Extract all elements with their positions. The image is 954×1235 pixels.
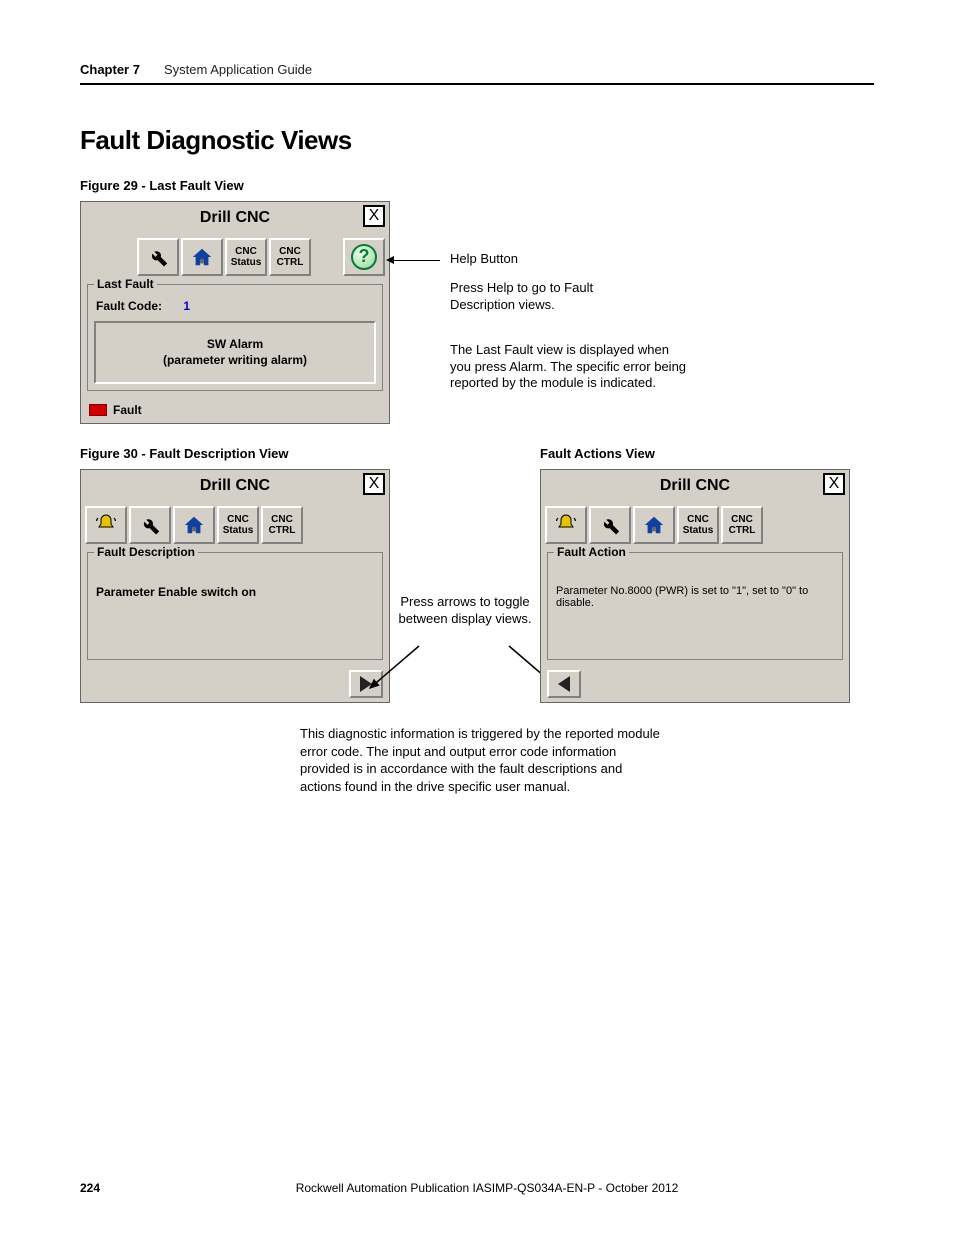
dialog-footer: Fault: [81, 397, 389, 423]
wrench-button[interactable]: [137, 238, 179, 276]
dialog-titlebar: Drill CNC X: [81, 470, 389, 502]
home-icon: [191, 246, 213, 268]
fault-actions-dialog: Drill CNC X: [540, 469, 850, 703]
close-button[interactable]: X: [363, 473, 385, 495]
cnc-ctrl-button[interactable]: CNC CTRL: [261, 506, 303, 544]
fault-footer-label: Fault: [113, 403, 142, 417]
figure-29-caption: Figure 29 - Last Fault View: [80, 178, 874, 193]
help-button-desc: Press Help to go to Fault Description vi…: [450, 280, 620, 314]
bell-icon: [554, 513, 578, 537]
fault-action-group: Fault Action Parameter No.8000 (PWR) is …: [547, 552, 843, 660]
alarm-line2: (parameter writing alarm): [100, 353, 370, 369]
cnc-status-label: CNC Status: [231, 246, 262, 268]
arrow-left-icon: [558, 676, 570, 692]
fault-description-legend: Fault Description: [94, 545, 198, 559]
section-heading: Fault Diagnostic Views: [80, 125, 874, 156]
home-button[interactable]: [633, 506, 675, 544]
bell-icon: [94, 513, 118, 537]
wrench-button[interactable]: [129, 506, 171, 544]
dialog-titlebar: Drill CNC X: [81, 202, 389, 234]
cnc-ctrl-button[interactable]: CNC CTRL: [721, 506, 763, 544]
last-fault-dialog: Drill CNC X CNC Status: [80, 201, 390, 424]
chapter-label: Chapter 7: [80, 62, 140, 77]
fault-description-dialog: Drill CNC X: [80, 469, 390, 703]
bottom-paragraph: This diagnostic information is triggered…: [300, 725, 660, 795]
help-button[interactable]: ?: [343, 238, 385, 276]
fault-code-label: Fault Code:: [96, 299, 162, 313]
help-arrow-head: [386, 256, 394, 264]
publication-line: Rockwell Automation Publication IASIMP-Q…: [100, 1181, 874, 1195]
alarm-line1: SW Alarm: [100, 337, 370, 353]
dialog-title: Drill CNC: [200, 209, 270, 227]
help-arrow-line: [392, 260, 440, 261]
fault-code-value: 1: [183, 299, 190, 313]
bell-button[interactable]: [545, 506, 587, 544]
page-number: 224: [80, 1181, 100, 1195]
header-rule: [80, 83, 874, 85]
home-icon: [183, 514, 205, 536]
last-fault-desc: The Last Fault view is displayed when yo…: [450, 342, 690, 393]
nav-bar: [81, 666, 389, 702]
toggle-arrows-annot: Press arrows to toggle between display v…: [390, 594, 540, 628]
home-button[interactable]: [173, 506, 215, 544]
fault-description-text: Parameter Enable switch on: [96, 585, 256, 599]
cnc-ctrl-label: CNC CTRL: [729, 514, 756, 536]
chapter-title: System Application Guide: [164, 62, 312, 77]
fault-description-group: Fault Description Parameter Enable switc…: [87, 552, 383, 660]
fault-action-legend: Fault Action: [554, 545, 629, 559]
dialog-toolbar: CNC Status CNC CTRL: [541, 502, 849, 548]
cnc-ctrl-button[interactable]: CNC CTRL: [269, 238, 311, 276]
dialog-toolbar: CNC Status CNC CTRL ?: [81, 234, 389, 280]
nav-bar: [541, 666, 849, 702]
wrench-button[interactable]: [589, 506, 631, 544]
arrow-to-left-nav: [364, 644, 424, 694]
cnc-status-label: CNC Status: [223, 514, 254, 536]
prev-view-button[interactable]: [547, 670, 581, 698]
help-icon: ?: [351, 244, 377, 270]
fault-action-body: Parameter No.8000 (PWR) is set to "1", s…: [554, 563, 836, 653]
fault-code-row: Fault Code: 1: [96, 299, 376, 313]
wrench-icon: [599, 514, 621, 536]
last-fault-legend: Last Fault: [94, 277, 157, 291]
cnc-ctrl-label: CNC CTRL: [277, 246, 304, 268]
wrench-icon: [147, 246, 169, 268]
home-button[interactable]: [181, 238, 223, 276]
close-button[interactable]: X: [823, 473, 845, 495]
dialog-title: Drill CNC: [200, 477, 270, 495]
publication-text: Rockwell Automation Publication IASIMP-Q…: [296, 1181, 606, 1195]
wrench-icon: [139, 514, 161, 536]
page-footer: 224 Rockwell Automation Publication IASI…: [80, 1181, 874, 1195]
cnc-ctrl-label: CNC CTRL: [269, 514, 296, 536]
fault-indicator-icon: [89, 404, 107, 416]
close-icon: X: [369, 475, 380, 493]
cnc-status-button[interactable]: CNC Status: [677, 506, 719, 544]
last-fault-group: Last Fault Fault Code: 1 SW Alarm (param…: [87, 284, 383, 391]
fault-description-body: Parameter Enable switch on: [94, 563, 376, 653]
figure-30-caption-left: Figure 30 - Fault Description View: [80, 446, 390, 461]
dialog-titlebar: Drill CNC X: [541, 470, 849, 502]
publication-date: October 2012: [606, 1181, 679, 1195]
page-header: Chapter 7 System Application Guide: [80, 62, 874, 77]
figure-30-caption-right: Fault Actions View: [540, 446, 850, 461]
help-button-callout: Help Button: [450, 251, 690, 268]
fault-action-text: Parameter No.8000 (PWR) is set to "1", s…: [556, 585, 808, 609]
dialog-title: Drill CNC: [660, 477, 730, 495]
close-icon: X: [829, 475, 840, 493]
dialog-toolbar: CNC Status CNC CTRL: [81, 502, 389, 548]
close-icon: X: [369, 207, 380, 225]
alarm-text-box: SW Alarm (parameter writing alarm): [94, 321, 376, 384]
bell-button[interactable]: [85, 506, 127, 544]
cnc-status-button[interactable]: CNC Status: [217, 506, 259, 544]
home-icon: [643, 514, 665, 536]
close-button[interactable]: X: [363, 205, 385, 227]
cnc-status-label: CNC Status: [683, 514, 714, 536]
cnc-status-button[interactable]: CNC Status: [225, 238, 267, 276]
